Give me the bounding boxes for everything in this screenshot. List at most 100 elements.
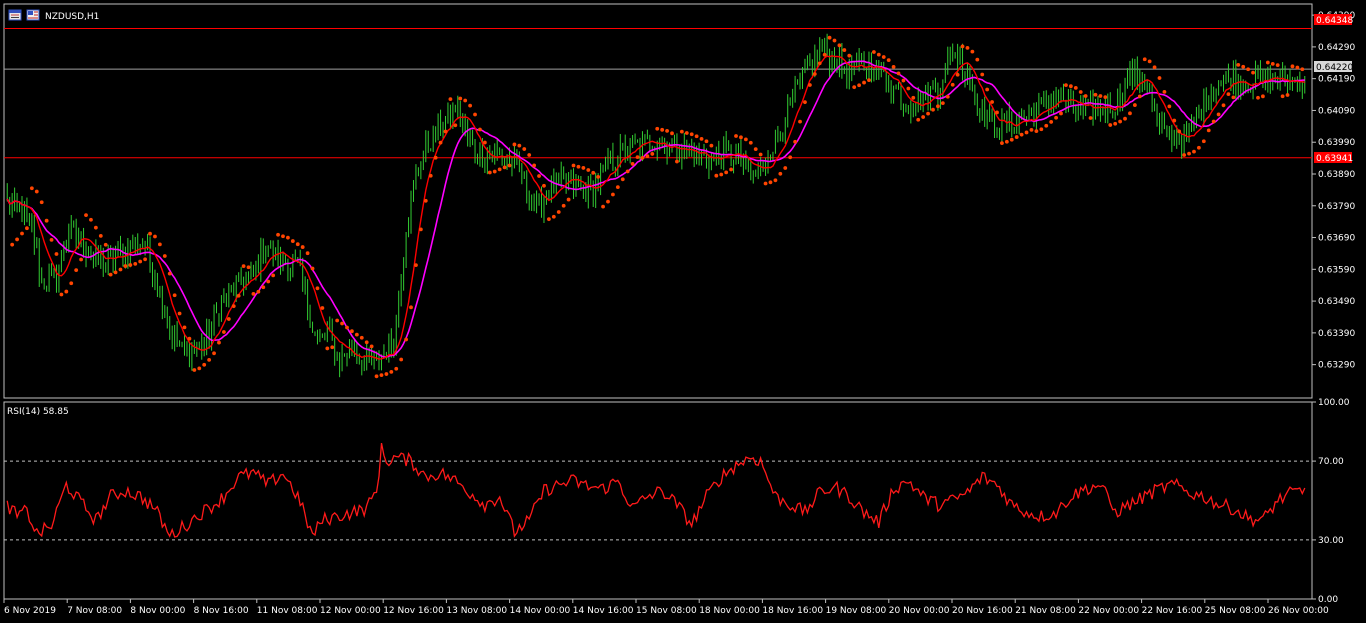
sar-dot (1064, 83, 1068, 88)
sar-dot (1103, 95, 1108, 100)
time-tick-label: 12 Nov 00:00 (320, 606, 381, 616)
sar-dot (389, 369, 394, 374)
flag-icon[interactable] (26, 9, 40, 21)
sar-dot (261, 285, 266, 290)
price-tag-current-text: 0.64220 (1316, 63, 1353, 73)
sar-dot (773, 178, 778, 183)
sar-dot (148, 231, 152, 236)
sar-dot (1236, 62, 1241, 67)
sar-dot (630, 162, 635, 166)
sar-dot (1118, 119, 1123, 124)
chart-window-icon[interactable] (8, 9, 22, 21)
sar-dot (113, 270, 118, 275)
price-tick-label: 0.63590 (1318, 265, 1355, 275)
sar-dot (448, 97, 453, 102)
sar-dot (748, 140, 753, 145)
sar-dot (162, 254, 167, 258)
time-tick-label: 25 Nov 08:00 (1205, 606, 1266, 616)
sar-dot (1059, 111, 1063, 116)
sar-dot (1261, 94, 1265, 99)
sar-dot (69, 281, 74, 286)
price-tag-current: 0.64220 (1314, 61, 1353, 73)
sar-dot (940, 101, 945, 106)
sar-dot (1054, 115, 1058, 120)
sar-dot (497, 167, 502, 172)
sar-dot (891, 64, 896, 69)
sar-dot (660, 127, 665, 132)
sar-dot (177, 311, 182, 316)
sar-dot (404, 337, 408, 342)
price-tick-label: 0.63990 (1318, 138, 1355, 148)
sar-dot (675, 159, 679, 164)
sar-dot (694, 134, 699, 139)
trading-chart[interactable]: NZDUSD,H1 0.643900.642900.641900.640900.… (0, 0, 1366, 619)
sar-dot (615, 185, 620, 190)
sar-dot (665, 128, 669, 133)
sar-dot (438, 140, 443, 145)
sar-dot (1132, 103, 1137, 107)
sar-dot (611, 192, 615, 197)
sar-dot (463, 98, 468, 103)
sar-dot (478, 127, 482, 132)
sar-dot (236, 293, 241, 298)
sar-dot (1108, 123, 1113, 127)
sar-dot (399, 357, 404, 362)
sar-dot (128, 263, 133, 267)
sar-dot (876, 52, 881, 57)
sar-dot (571, 163, 576, 168)
sar-dot (1256, 95, 1260, 100)
time-tick-label: 6 Nov 2019 (4, 606, 56, 616)
sar-dot (345, 325, 349, 330)
sar-dot (172, 293, 177, 298)
sar-dot (1216, 112, 1221, 117)
rsi-tick-label: 100.00 (1318, 398, 1350, 408)
time-tick-label: 20 Nov 00:00 (889, 606, 950, 616)
sar-dot (581, 166, 586, 170)
sar-dot (1004, 139, 1009, 144)
sar-dot (807, 83, 812, 87)
sar-dot (1162, 89, 1167, 94)
sar-dot (512, 142, 517, 147)
sar-dot (1000, 141, 1004, 146)
rsi-tick-label: 0.00 (1318, 595, 1338, 605)
sar-dot (561, 203, 566, 208)
sar-dot (576, 164, 581, 169)
sar-dot (1251, 70, 1255, 75)
time-tick-label: 14 Nov 00:00 (510, 606, 571, 616)
sar-dot (59, 292, 64, 297)
sar-dot (29, 186, 34, 191)
sar-dot (271, 273, 276, 278)
sar-dot (852, 85, 857, 90)
sar-dot (310, 266, 315, 271)
price-tick-label: 0.63290 (1318, 361, 1355, 371)
sar-dot (812, 72, 817, 76)
sar-dot (325, 346, 330, 351)
sar-dot (1142, 57, 1147, 62)
sar-dot (1265, 60, 1270, 65)
sar-dot (49, 237, 54, 242)
sar-dot (867, 78, 871, 83)
price-tick-label: 0.63790 (1318, 202, 1355, 212)
sar-dot (551, 214, 556, 219)
sar-dot (379, 373, 384, 378)
sar-dot (1211, 119, 1216, 124)
sar-dot (945, 94, 950, 99)
sar-dot (1290, 64, 1295, 69)
sar-dot (1201, 139, 1206, 144)
sar-dot (217, 340, 221, 345)
sar-dot (1034, 129, 1039, 134)
sar-dot (699, 136, 704, 141)
sar-dot (758, 152, 763, 157)
sar-dot (803, 100, 807, 105)
sar-dot (783, 166, 788, 170)
time-tick-label: 20 Nov 16:00 (952, 606, 1013, 616)
sar-dot (34, 189, 39, 194)
sar-dot (901, 78, 906, 83)
sar-dot (532, 163, 537, 168)
sar-dot (394, 366, 399, 371)
time-tick-label: 18 Nov 16:00 (762, 606, 823, 616)
sar-dot (1152, 65, 1157, 70)
sar-dot (1270, 61, 1275, 66)
sar-dot (684, 131, 689, 135)
sar-dot (1113, 121, 1118, 126)
